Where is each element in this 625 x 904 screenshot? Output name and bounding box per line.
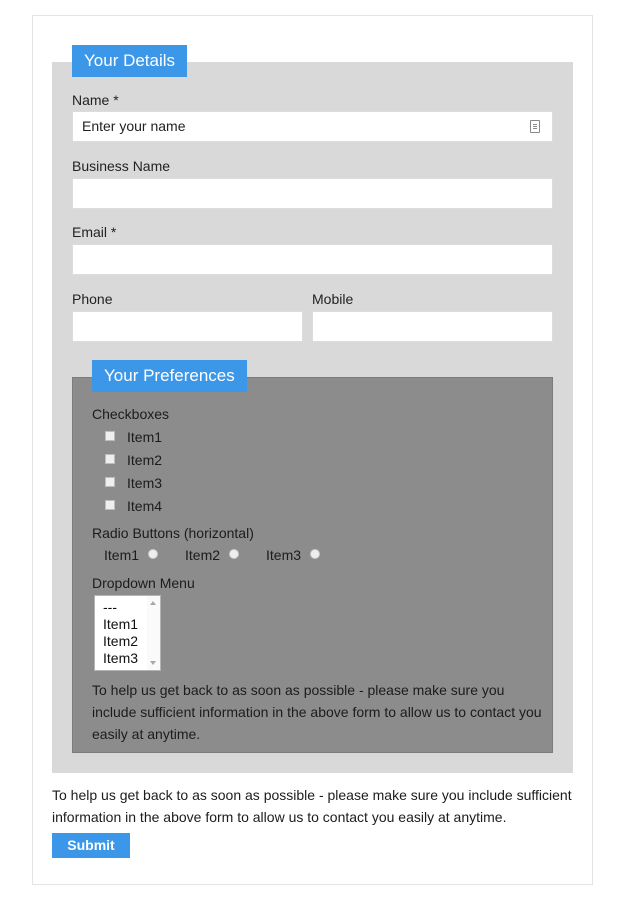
contact-card-icon[interactable] <box>530 120 540 133</box>
checkbox-label: Item3 <box>127 475 163 491</box>
business-name-input[interactable] <box>72 178 553 209</box>
preferences-legend: Your Preferences <box>92 360 247 392</box>
checkboxes-label: Checkboxes <box>92 406 170 422</box>
radio-label: Item3 <box>266 547 302 563</box>
mobile-input[interactable] <box>312 311 553 342</box>
radio-label: Item1 <box>104 547 140 563</box>
email-label: Email * <box>72 224 117 240</box>
dropdown-option[interactable]: Item2 <box>103 633 138 650</box>
dropdown-option[interactable]: Item1 <box>103 616 138 633</box>
checkbox[interactable] <box>105 500 115 510</box>
radio-item2[interactable]: Item2 <box>185 547 240 563</box>
submit-button[interactable]: Submit <box>52 833 130 858</box>
radio-label: Item2 <box>185 547 221 563</box>
name-placeholder: Enter your name <box>82 118 186 134</box>
name-input[interactable]: Enter your name <box>72 111 553 142</box>
preferences-fieldset: Your Preferences Checkboxes Item1 Item2 … <box>72 360 553 753</box>
scroll-down-icon[interactable] <box>150 661 156 665</box>
checkbox-label: Item2 <box>127 452 163 468</box>
dropdown-option[interactable]: --- <box>103 599 117 616</box>
radio-buttons-label: Radio Buttons (horizontal) <box>92 525 254 541</box>
form-help-text: To help us get back to as soon as possib… <box>52 787 572 825</box>
phone-input[interactable] <box>72 311 303 342</box>
radio-button[interactable] <box>148 549 159 559</box>
dropdown-option[interactable]: Item3 <box>103 650 138 667</box>
business-name-label: Business Name <box>72 158 171 174</box>
details-fieldset: Your Details Name * Enter your name Busi… <box>52 45 573 773</box>
scroll-up-icon[interactable] <box>150 601 156 605</box>
email-input[interactable] <box>72 244 553 275</box>
radio-button[interactable] <box>229 549 240 559</box>
checkbox[interactable] <box>105 477 115 487</box>
checkbox-label: Item4 <box>127 498 163 514</box>
checkbox[interactable] <box>105 454 115 464</box>
phone-label: Phone <box>72 291 113 307</box>
name-label: Name * <box>72 92 119 108</box>
checkbox[interactable] <box>105 431 115 441</box>
checkbox-label: Item1 <box>127 429 163 445</box>
mobile-label: Mobile <box>312 291 354 307</box>
dropdown-menu-label: Dropdown Menu <box>92 575 195 591</box>
radio-item3[interactable]: Item3 <box>266 547 321 563</box>
details-legend: Your Details <box>72 45 188 77</box>
radio-item1[interactable]: Item1 <box>104 547 159 563</box>
dropdown-scrollbar[interactable] <box>147 596 160 670</box>
dropdown-listbox[interactable]: --- Item1 Item2 Item3 <box>94 595 161 671</box>
preferences-help-text: To help us get back to as soon as possib… <box>92 682 542 742</box>
radio-button[interactable] <box>310 549 321 559</box>
